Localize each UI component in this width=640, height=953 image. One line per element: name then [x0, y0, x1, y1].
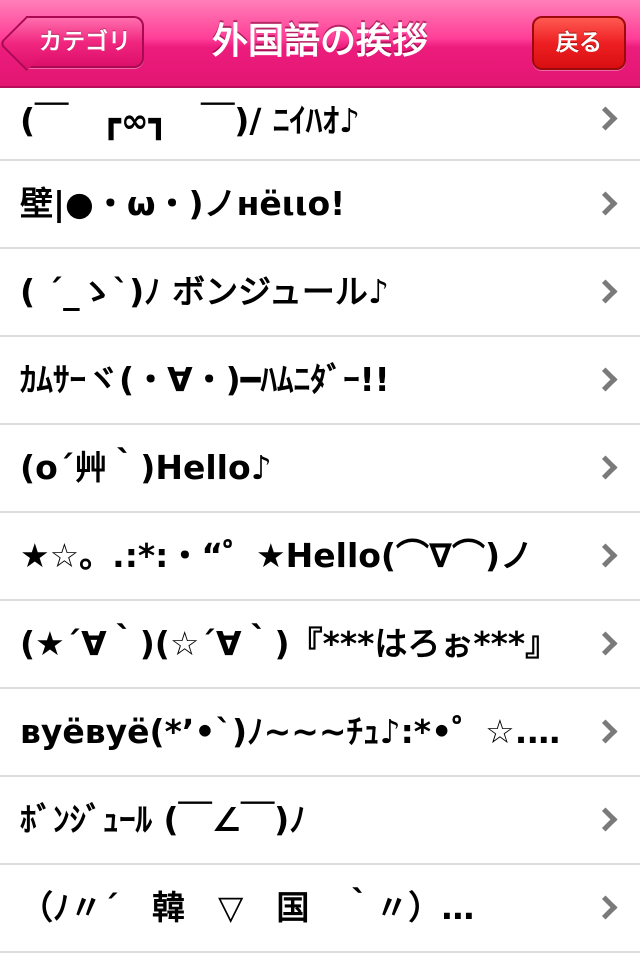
list-item-text: ( ´_ゝ`)ﾉ ボンジュール♪ [20, 272, 389, 311]
chevron-right-icon [593, 279, 618, 304]
chevron-right-icon [593, 807, 618, 832]
chevron-right-icon [593, 719, 618, 744]
chevron-right-icon [593, 895, 618, 920]
list-item[interactable]: （ﾉ〃´ 韓 ▽ 国 ｀〃）… [0, 865, 640, 953]
return-button[interactable]: 戻る [532, 16, 626, 70]
category-back-button[interactable]: カテゴリ [0, 15, 144, 72]
emoticon-list: (￣ ┏∞┓ ￣)/ ﾆｲﾊｵ♪ 壁|●・ω・)ノнёιιo! ( ´_ゝ`)ﾉ… [0, 88, 640, 953]
list-item[interactable]: ﾎﾞﾝｼﾞｭｰﾙ (￣∠￣)ﾉ [0, 777, 640, 865]
list-item[interactable]: (★´∀｀)(☆´∀｀)『***はろぉ***』 [0, 601, 640, 689]
chevron-right-icon [593, 455, 618, 480]
list-item[interactable]: 壁|●・ω・)ノнёιιo! [0, 161, 640, 249]
list-item[interactable]: ★☆。.:*:・“゜★Hello(⌒∇⌒)ノ [0, 513, 640, 601]
list-item[interactable]: (￣ ┏∞┓ ￣)/ ﾆｲﾊｵ♪ [0, 88, 640, 161]
chevron-right-icon [593, 191, 618, 216]
chevron-right-icon [593, 631, 618, 656]
list-item-text: 壁|●・ω・)ノнёιιo! [20, 184, 346, 223]
page-title: 外国語の挨拶 [211, 21, 428, 62]
list-item-text: (o´艸｀)Hello♪ [20, 448, 272, 487]
chevron-right-icon [593, 543, 618, 568]
list-item-text: ★☆。.:*:・“゜★Hello(⌒∇⌒)ノ [20, 536, 534, 575]
list-item-text: (★´∀｀)(☆´∀｀)『***はろぉ***』 [20, 624, 559, 663]
list-item[interactable]: вуёвуё(*’•`)ﾉ~~~ﾁｭ♪:*•゜☆.｡.: [0, 689, 640, 777]
list-item-text: （ﾉ〃´ 韓 ▽ 国 ｀〃）… [20, 888, 475, 927]
chevron-right-icon [593, 105, 618, 131]
navigation-bar: カテゴリ 外国語の挨拶 戻る [0, 0, 640, 88]
list-item-text: (￣ ┏∞┓ ￣)/ ﾆｲﾊｵ♪ [20, 101, 360, 140]
list-item-text: ﾎﾞﾝｼﾞｭｰﾙ (￣∠￣)ﾉ [20, 800, 306, 839]
list-item[interactable]: ( ´_ゝ`)ﾉ ボンジュール♪ [0, 249, 640, 337]
list-item[interactable]: ｶﾑｻｰヾ(・∀・)━ﾊﾑﾆﾀﾞｰ!! [0, 337, 640, 425]
list-item-text: вуёвуё(*’•`)ﾉ~~~ﾁｭ♪:*•゜☆.｡.: [20, 712, 568, 751]
chevron-right-icon [593, 367, 618, 392]
category-back-label: カテゴリ [39, 29, 131, 55]
list-item-text: ｶﾑｻｰヾ(・∀・)━ﾊﾑﾆﾀﾞｰ!! [20, 360, 390, 399]
list-item[interactable]: (o´艸｀)Hello♪ [0, 425, 640, 513]
